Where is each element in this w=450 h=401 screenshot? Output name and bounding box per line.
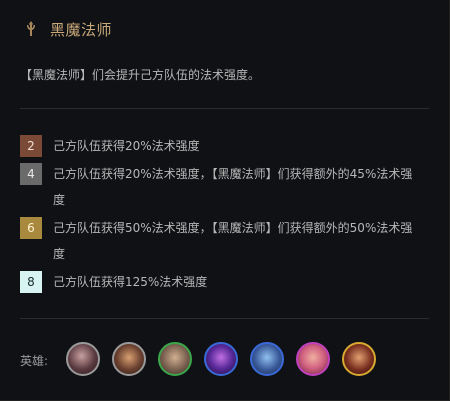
tier-count-badge: 6	[20, 217, 42, 239]
tier-count-badge: 4	[20, 163, 42, 185]
tier-row: 6 己方队伍获得50%法术强度，【黑魔法师】们获得额外的50%法术强度	[20, 215, 420, 267]
champion-portrait[interactable]	[112, 342, 146, 376]
tier-row: 4 己方队伍获得20%法术强度，【黑魔法师】们获得额外的45%法术强度	[20, 161, 420, 213]
trait-header: 黑魔法师	[24, 18, 112, 40]
champion-portrait[interactable]	[66, 342, 100, 376]
champion-portrait[interactable]	[296, 342, 330, 376]
champion-portrait[interactable]	[158, 342, 192, 376]
staff-icon	[27, 21, 35, 36]
tier-row: 2 己方队伍获得20%法术强度	[20, 133, 420, 159]
divider	[20, 108, 429, 109]
divider	[20, 318, 429, 319]
tier-description: 己方队伍获得20%法术强度，【黑魔法师】们获得额外的45%法术强度	[53, 167, 413, 207]
tier-description: 己方队伍获得20%法术强度	[53, 139, 200, 153]
tier-description: 己方队伍获得50%法术强度，【黑魔法师】们获得额外的50%法术强度	[53, 221, 413, 261]
champion-portrait[interactable]	[342, 342, 376, 376]
tier-count-badge: 8	[20, 271, 42, 293]
trait-description: 【黑魔法师】们会提升己方队伍的法术强度。	[20, 68, 261, 82]
champion-portrait[interactable]	[250, 342, 284, 376]
tier-description: 己方队伍获得125%法术强度	[53, 275, 208, 289]
trait-tooltip: 黑魔法师 【黑魔法师】们会提升己方队伍的法术强度。 2 己方队伍获得20%法术强…	[0, 0, 450, 401]
champion-portrait[interactable]	[204, 342, 238, 376]
trait-title: 黑魔法师	[50, 20, 113, 39]
heroes-label: 英雄:	[20, 354, 49, 368]
tier-row: 8 己方队伍获得125%法术强度	[20, 269, 420, 295]
champion-list	[66, 342, 388, 376]
tier-list: 2 己方队伍获得20%法术强度 4 己方队伍获得20%法术强度，【黑魔法师】们获…	[20, 133, 420, 295]
tier-count-badge: 2	[20, 135, 42, 157]
